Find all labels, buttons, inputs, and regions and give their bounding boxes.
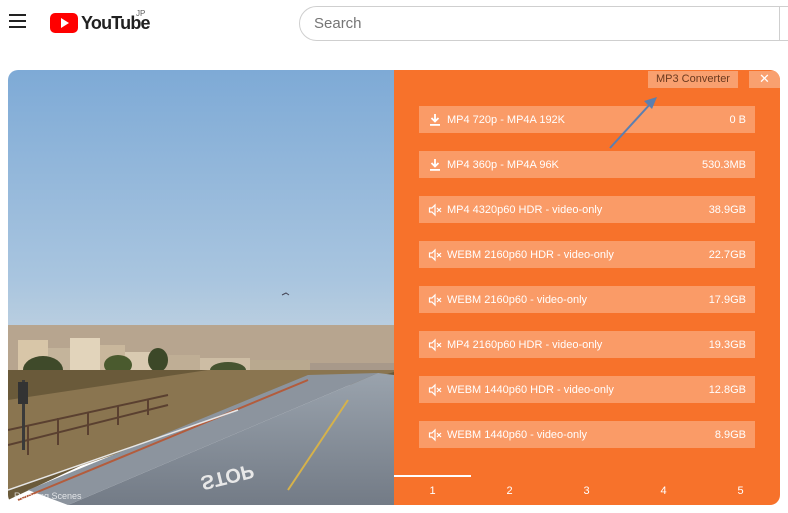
format-size: 19.3GB — [708, 338, 746, 351]
search-box — [299, 6, 788, 41]
download-panel: MP3 Converter ✕ MP4 720p - MP4A 192K 0 BM… — [394, 70, 780, 505]
close-panel-button[interactable]: ✕ — [749, 71, 780, 88]
mute-icon — [428, 338, 442, 351]
mute-icon — [428, 293, 442, 306]
format-item[interactable]: WEBM 1440p60 HDR - video-only 12.8GB — [419, 376, 755, 403]
format-size: 530.3MB — [701, 158, 746, 171]
masthead: YouTube JP — [0, 0, 788, 56]
page-1-button[interactable]: 1 — [394, 485, 471, 497]
format-size: 17.9GB — [708, 293, 746, 306]
mp3-converter-button[interactable]: MP3 Converter — [648, 71, 738, 88]
youtube-logo[interactable]: YouTube — [50, 12, 151, 34]
format-item[interactable]: WEBM 1440p60 - video-only 8.9GB — [419, 421, 755, 448]
mute-icon — [428, 428, 442, 441]
format-item[interactable]: MP4 2160p60 HDR - video-only 19.3GB — [419, 331, 755, 358]
page-3-button[interactable]: 3 — [548, 485, 625, 497]
format-item[interactable]: MP4 360p - MP4A 96K 530.3MB — [419, 151, 755, 178]
format-size: 8.9GB — [714, 428, 746, 441]
format-size: 12.8GB — [708, 383, 746, 396]
youtube-play-icon — [50, 13, 78, 33]
video-scene: STOP — [8, 70, 394, 505]
format-label: MP4 2160p60 HDR - video-only — [447, 338, 603, 351]
pagination: 12345 — [394, 475, 780, 505]
video-frame[interactable]: STOP Relaxing Scenes — [8, 70, 394, 505]
format-size: 0 B — [729, 113, 746, 126]
search-divider — [779, 6, 780, 41]
active-page-indicator — [394, 475, 471, 477]
page-5-button[interactable]: 5 — [702, 485, 779, 497]
mute-icon — [428, 248, 442, 261]
format-label: WEBM 1440p60 - video-only — [447, 428, 588, 441]
format-item[interactable]: WEBM 2160p60 HDR - video-only 22.7GB — [419, 241, 755, 268]
format-label: MP4 720p - MP4A 192K — [447, 113, 566, 126]
search-input[interactable] — [300, 7, 760, 40]
format-size: 38.9GB — [708, 203, 746, 216]
mute-icon — [428, 383, 442, 396]
download-icon — [430, 158, 440, 171]
format-label: WEBM 2160p60 HDR - video-only — [447, 248, 614, 261]
region-code: JP — [136, 9, 146, 18]
video-watermark: Relaxing Scenes — [14, 491, 82, 501]
format-label: WEBM 1440p60 HDR - video-only — [447, 383, 614, 396]
format-item[interactable]: MP4 720p - MP4A 192K 0 B — [419, 106, 755, 133]
video-player[interactable]: STOP Relaxing Scenes MP3 Converter ✕ MP4… — [8, 70, 780, 505]
format-size: 22.7GB — [708, 248, 746, 261]
hamburger-menu-icon[interactable] — [9, 14, 27, 30]
format-label: MP4 360p - MP4A 96K — [447, 158, 559, 171]
download-icon — [430, 113, 440, 126]
page-4-button[interactable]: 4 — [625, 485, 702, 497]
page-2-button[interactable]: 2 — [471, 485, 548, 497]
format-label: WEBM 2160p60 - video-only — [447, 293, 588, 306]
format-list: MP4 720p - MP4A 192K 0 B MP4 360p - MP4A 9… — [419, 106, 755, 466]
format-label: MP4 4320p60 HDR - video-only — [447, 203, 603, 216]
format-item[interactable]: WEBM 2160p60 - video-only 17.9GB — [419, 286, 755, 313]
format-item[interactable]: MP4 4320p60 HDR - video-only 38.9GB — [419, 196, 755, 223]
mute-icon — [428, 203, 442, 216]
